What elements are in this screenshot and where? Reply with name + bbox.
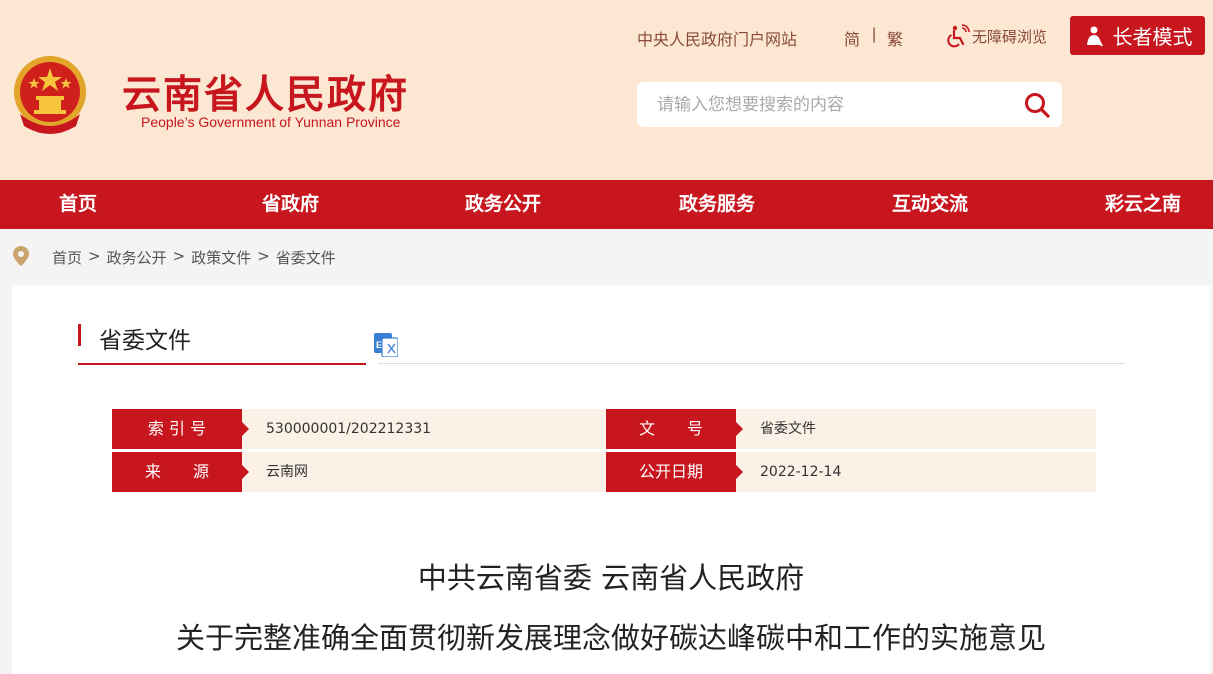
svg-text:En: En bbox=[376, 340, 388, 350]
accessibility-icon bbox=[947, 24, 970, 48]
national-emblem-icon[interactable] bbox=[12, 52, 88, 136]
source-label: 来 源 bbox=[112, 452, 249, 492]
site-subtitle: People’s Government of Yunnan Province bbox=[141, 114, 401, 130]
site-header: 云南省人民政府 People’s Government of Yunnan Pr… bbox=[0, 0, 1213, 180]
section-divider bbox=[378, 363, 1125, 364]
section-accent-bar bbox=[78, 324, 81, 346]
index-number-value: 530000001/202212331 bbox=[266, 421, 432, 437]
nav-item-provincial-gov[interactable]: 省政府 bbox=[262, 180, 319, 229]
document-number-label: 文 号 bbox=[606, 409, 743, 449]
english-translate-icon[interactable]: En bbox=[374, 333, 398, 357]
lang-separator: | bbox=[872, 26, 877, 43]
search-box bbox=[637, 82, 1062, 127]
nav-item-gov-services[interactable]: 政务服务 bbox=[679, 180, 755, 229]
search-icon[interactable] bbox=[1022, 90, 1052, 120]
publish-date-label: 公开日期 bbox=[606, 452, 743, 492]
site-title[interactable]: 云南省人民政府 bbox=[122, 64, 409, 120]
central-gov-link[interactable]: 中央人民政府门户网站 bbox=[637, 26, 797, 50]
source-value: 云南网 bbox=[266, 464, 308, 480]
main-nav: 首页 省政府 政务公开 政务服务 互动交流 彩云之南 bbox=[0, 180, 1213, 229]
main-content: 省委文件 En 索 引 号 530000001/202212331 文 号 省委… bbox=[12, 285, 1210, 674]
breadcrumb-item-provincial-committee-docs[interactable]: 省委文件 bbox=[276, 247, 336, 268]
breadcrumb: 首页 > 政务公开 > 政策文件 > 省委文件 bbox=[52, 247, 336, 268]
section-title: 省委文件 bbox=[99, 328, 191, 354]
elder-mode-button[interactable]: 长者模式 bbox=[1070, 16, 1205, 55]
search-input[interactable] bbox=[637, 82, 1007, 127]
accessibility-button[interactable]: 无障碍浏览 bbox=[946, 24, 1047, 48]
nav-item-gov-affairs-open[interactable]: 政务公开 bbox=[465, 180, 541, 229]
index-number-label: 索 引 号 bbox=[112, 409, 249, 449]
document-title-line2: 关于完整准确全面贯彻新发展理念做好碳达峰碳中和工作的实施意见 bbox=[175, 621, 1046, 655]
breadcrumb-separator: > bbox=[88, 247, 101, 265]
meta-row: 来 源 云南网 公开日期 2022-12-14 bbox=[112, 452, 1096, 492]
nav-item-interaction[interactable]: 互动交流 bbox=[892, 180, 968, 229]
breadcrumb-item-policy-docs[interactable]: 政策文件 bbox=[191, 247, 251, 268]
breadcrumb-item-gov-affairs-open[interactable]: 政务公开 bbox=[107, 247, 167, 268]
publish-date-value: 2022-12-14 bbox=[760, 464, 842, 480]
nav-item-colorful-yunnan[interactable]: 彩云之南 bbox=[1105, 180, 1181, 229]
meta-row: 索 引 号 530000001/202212331 文 号 省委文件 bbox=[112, 409, 1096, 449]
traditional-chinese-link[interactable]: 繁 bbox=[887, 26, 903, 50]
breadcrumb-separator: > bbox=[172, 247, 186, 265]
elder-person-icon bbox=[1086, 26, 1103, 46]
breadcrumb-item-home[interactable]: 首页 bbox=[52, 247, 82, 268]
simplified-chinese-link[interactable]: 简 bbox=[844, 26, 860, 50]
breadcrumb-bar: 首页 > 政务公开 > 政策文件 > 省委文件 bbox=[0, 229, 1213, 284]
nav-item-home[interactable]: 首页 bbox=[59, 180, 97, 229]
document-title-line1: 中共云南省委 云南省人民政府 bbox=[417, 561, 805, 595]
document-number-value: 省委文件 bbox=[760, 421, 816, 437]
breadcrumb-separator: > bbox=[257, 247, 270, 265]
location-pin-icon bbox=[13, 246, 29, 266]
section-header: 省委文件 bbox=[78, 321, 366, 365]
elder-mode-label: 长者模式 bbox=[1112, 25, 1193, 49]
accessibility-label: 无障碍浏览 bbox=[972, 27, 1048, 46]
